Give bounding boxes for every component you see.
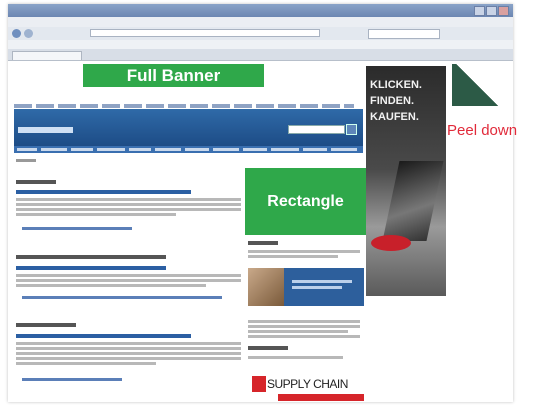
peel-down-ad[interactable] [452,64,502,106]
site-logo[interactable] [18,124,73,134]
article-text [16,274,241,277]
maximize-button[interactable] [486,6,497,16]
article-text [16,203,241,206]
article-text [16,279,241,282]
breadcrumb[interactable] [16,159,36,162]
sidebar-heading [248,346,288,350]
skyscraper-ad-text: KLICKEN. FINDEN. KAUFEN. [370,79,422,123]
forward-icon[interactable] [24,29,33,38]
site-search-input[interactable] [288,125,345,134]
supply-chain-label: SUPPLY CHAIN [267,377,348,391]
browser-search-input[interactable] [368,29,440,39]
sidebar-promo-box[interactable] [284,268,364,306]
section-heading [16,323,76,327]
article-link[interactable] [22,227,132,230]
section-heading [16,180,56,184]
sidebar-text [248,335,360,338]
article-title[interactable] [16,266,166,270]
article-text [16,284,206,287]
supply-chain-logo[interactable]: SUPPLY CHAIN [249,377,348,391]
sidebar-text [248,250,360,253]
peel-down-label: Peel down [447,122,518,139]
close-button[interactable] [498,6,509,16]
article-text [16,213,176,216]
skyscraper-ad-logo [371,235,411,251]
tab-bar [8,49,513,61]
article-text [16,208,241,211]
sidebar-image[interactable] [248,268,284,306]
article-text [16,357,241,360]
back-icon[interactable] [12,29,21,38]
article-link[interactable] [22,378,122,381]
minimize-button[interactable] [474,6,485,16]
sidebar-text [248,320,360,323]
article-text [16,352,241,355]
article-text [16,362,156,365]
title-bar [8,4,513,17]
rectangle-ad[interactable]: Rectangle [245,168,366,235]
browser-tab[interactable] [12,51,82,60]
sidebar-text [248,255,338,258]
top-links[interactable] [14,104,354,108]
full-banner-ad[interactable]: Full Banner [83,64,264,87]
article-title[interactable] [16,190,191,194]
article-text [16,342,241,345]
article-text [16,347,241,350]
address-bar[interactable] [90,29,320,37]
sidebar-text [248,325,360,328]
supply-chain-bar [278,394,364,401]
sidebar-text [248,356,343,359]
sidebar-heading [248,241,278,245]
article-title[interactable] [16,334,191,338]
site-search-button[interactable] [346,124,357,135]
article-text [16,198,241,201]
site-navigation[interactable] [14,146,363,153]
article-link[interactable] [22,296,222,299]
sidebar-text [248,330,348,333]
section-heading [16,255,166,259]
